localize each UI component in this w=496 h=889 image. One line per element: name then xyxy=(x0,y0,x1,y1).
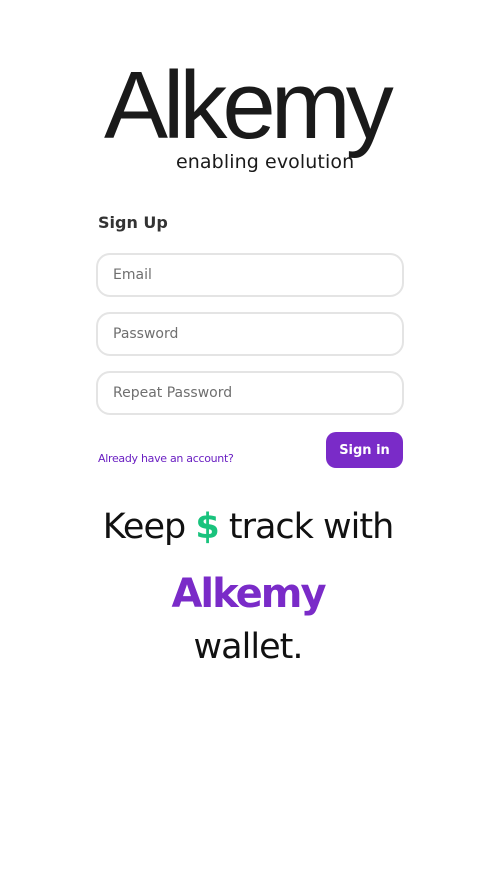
password-input[interactable] xyxy=(96,312,404,356)
headline-keep: Keep xyxy=(102,507,186,547)
repeat-password-input[interactable] xyxy=(96,371,404,415)
sign-in-button[interactable]: Sign in xyxy=(326,432,403,468)
headline-line-1: Keep $ track with xyxy=(0,505,496,563)
alkemy-logo: Alkemy enabling evolution xyxy=(104,58,400,180)
logo-word: Alkemy xyxy=(104,52,394,159)
headline-track-with: track with xyxy=(228,507,394,547)
logo-tagline: enabling evolution xyxy=(176,151,355,173)
email-input[interactable] xyxy=(96,253,404,297)
already-have-account-link[interactable]: Already have an account? xyxy=(98,451,234,467)
headline-wallet: wallet. xyxy=(193,627,304,667)
headline: Keep $ track with Alkemy wallet. xyxy=(0,505,496,669)
headline-brand: Alkemy xyxy=(171,571,326,617)
dollar-icon: $ xyxy=(195,507,219,547)
form-title: Sign Up xyxy=(98,213,168,232)
